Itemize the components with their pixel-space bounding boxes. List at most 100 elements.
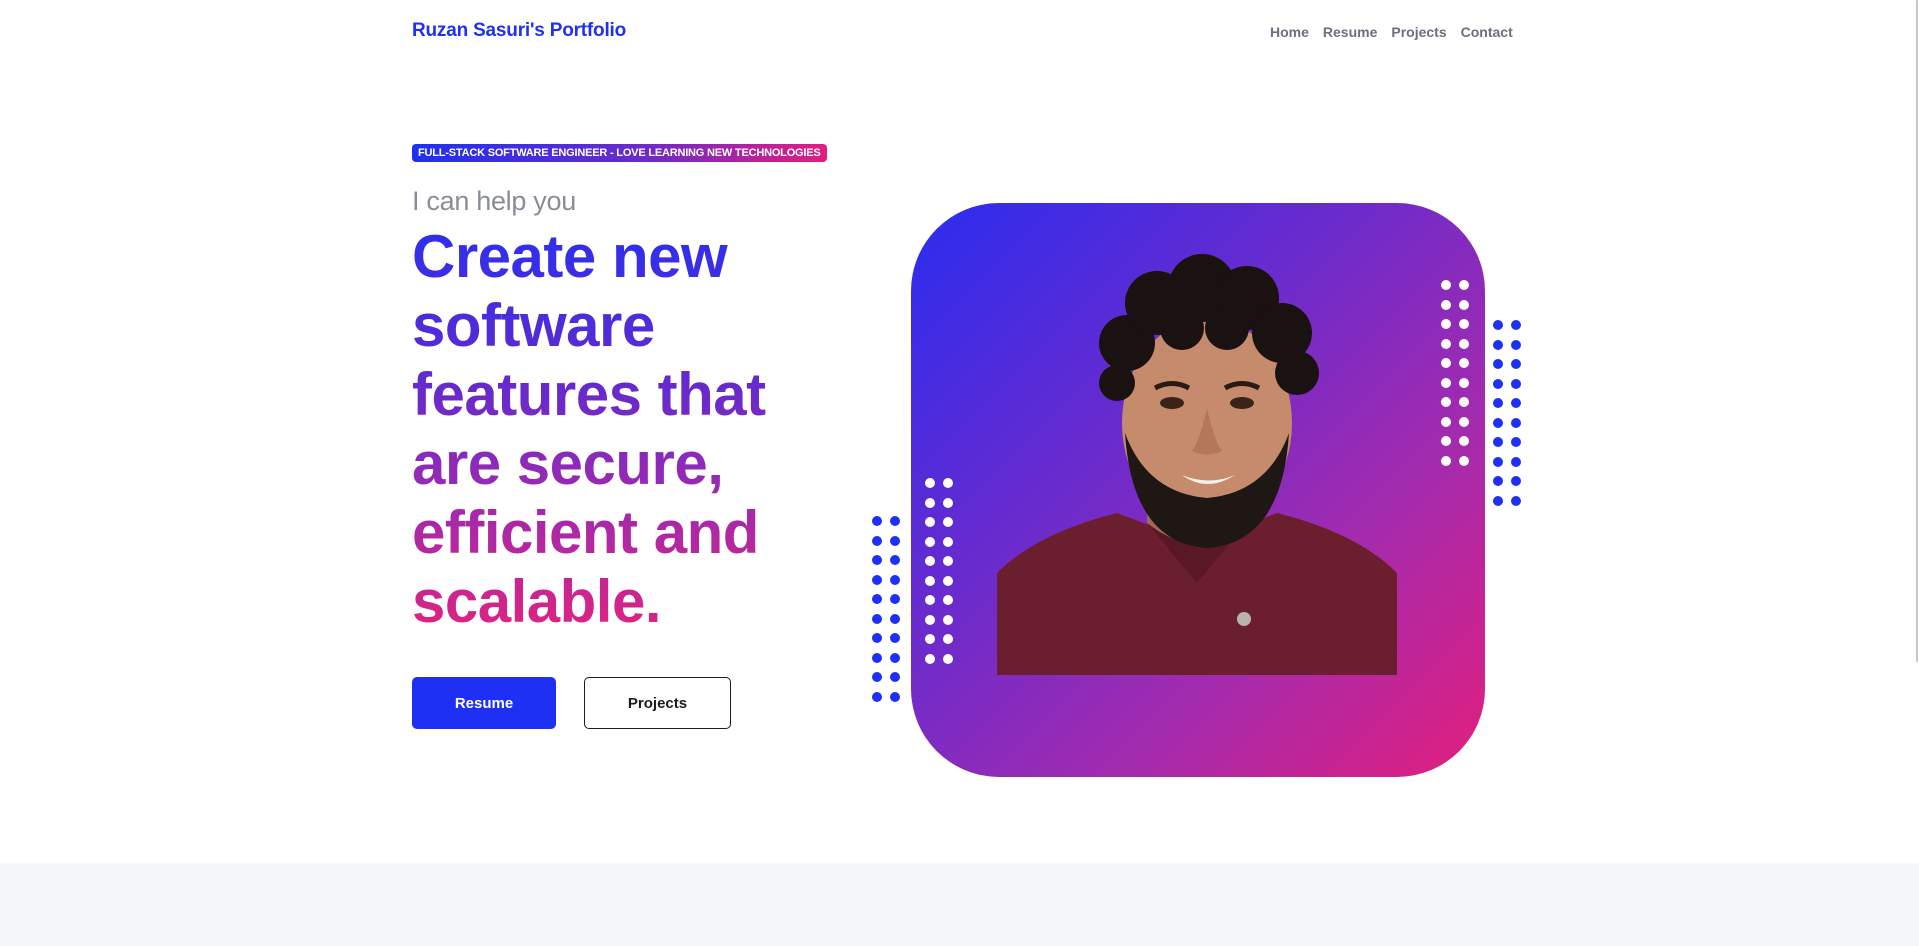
decorative-dot bbox=[1459, 338, 1469, 349]
decorative-dot bbox=[872, 691, 882, 702]
decorative-dot bbox=[1493, 437, 1503, 447]
decorative-dot bbox=[890, 516, 900, 526]
decorative-dot bbox=[1459, 280, 1469, 290]
decorative-dot bbox=[943, 517, 953, 527]
decorative-dot bbox=[1493, 320, 1503, 330]
decorative-dot bbox=[925, 517, 935, 527]
portrait-image bbox=[997, 254, 1397, 675]
decorative-dots-left bbox=[872, 516, 900, 702]
decorative-dot bbox=[925, 536, 935, 547]
decorative-dots-right bbox=[1493, 320, 1521, 506]
decorative-dot bbox=[943, 653, 953, 664]
decorative-dot bbox=[1511, 456, 1521, 467]
decorative-dot bbox=[1441, 436, 1451, 446]
headline-line: are secure, bbox=[412, 430, 724, 497]
decorative-dot bbox=[943, 536, 953, 547]
next-section-background bbox=[0, 863, 1919, 946]
nav-links: Home Resume Projects Contact bbox=[1270, 24, 1513, 40]
decorative-dot bbox=[1511, 476, 1521, 486]
decorative-dot bbox=[1459, 319, 1469, 329]
decorative-dot bbox=[1493, 495, 1503, 506]
decorative-dot bbox=[1441, 455, 1451, 466]
headline-line: Create new bbox=[412, 223, 728, 290]
decorative-dot bbox=[1459, 397, 1469, 407]
nav-link-projects[interactable]: Projects bbox=[1391, 24, 1446, 40]
decorative-dot bbox=[872, 633, 882, 643]
decorative-dot bbox=[1511, 417, 1521, 428]
decorative-dot bbox=[1493, 398, 1503, 408]
decorative-dot bbox=[1441, 377, 1451, 388]
decorative-dot bbox=[1441, 280, 1451, 290]
decorative-dot bbox=[943, 478, 953, 488]
decorative-dots-card-right bbox=[1441, 280, 1469, 466]
decorative-dot bbox=[925, 556, 935, 566]
decorative-dot bbox=[1459, 455, 1469, 466]
hero-intro: I can help you bbox=[412, 186, 576, 216]
decorative-dot bbox=[1459, 358, 1469, 368]
headline-line: efficient and bbox=[412, 499, 759, 566]
decorative-dot bbox=[1441, 416, 1451, 427]
decorative-dot bbox=[1441, 319, 1451, 329]
decorative-dot bbox=[1493, 378, 1503, 389]
decorative-dot bbox=[1511, 437, 1521, 447]
nav-link-contact[interactable]: Contact bbox=[1461, 24, 1513, 40]
decorative-dot bbox=[1493, 476, 1503, 486]
decorative-dot bbox=[1511, 359, 1521, 369]
decorative-dot bbox=[872, 535, 882, 546]
decorative-dot bbox=[1493, 359, 1503, 369]
decorative-dot bbox=[925, 497, 935, 508]
decorative-dot bbox=[872, 574, 882, 585]
decorative-dot bbox=[872, 555, 882, 565]
decorative-dot bbox=[1493, 456, 1503, 467]
top-nav: Ruzan Sasuri's Portfolio Home Resume Pro… bbox=[0, 0, 1919, 66]
headline-line: software bbox=[412, 292, 655, 359]
decorative-dot bbox=[943, 497, 953, 508]
decorative-dot bbox=[890, 652, 900, 663]
scrollbar-thumb[interactable] bbox=[1916, 0, 1918, 662]
decorative-dot bbox=[925, 634, 935, 644]
decorative-dot bbox=[872, 594, 882, 604]
page-scrollbar[interactable] bbox=[1915, 0, 1919, 946]
decorative-dot bbox=[890, 594, 900, 604]
decorative-dot bbox=[890, 555, 900, 565]
hero-headline: Create new software features that are se… bbox=[412, 222, 832, 636]
projects-button[interactable]: Projects bbox=[584, 677, 731, 729]
decorative-dot bbox=[1441, 358, 1451, 368]
nav-link-resume[interactable]: Resume bbox=[1323, 24, 1377, 40]
decorative-dot bbox=[1511, 378, 1521, 389]
decorative-dot bbox=[1493, 339, 1503, 350]
headline-line: features that bbox=[412, 361, 766, 428]
decorative-dot bbox=[890, 613, 900, 624]
decorative-dot bbox=[1459, 436, 1469, 446]
decorative-dot bbox=[872, 672, 882, 682]
decorative-dot bbox=[890, 574, 900, 585]
decorative-dot bbox=[943, 556, 953, 566]
decorative-dot bbox=[1441, 338, 1451, 349]
decorative-dot bbox=[925, 653, 935, 664]
portrait-card bbox=[911, 203, 1485, 777]
decorative-dot bbox=[943, 634, 953, 644]
decorative-dot bbox=[872, 613, 882, 624]
decorative-dot bbox=[890, 691, 900, 702]
decorative-dot bbox=[1459, 299, 1469, 310]
decorative-dot bbox=[1511, 398, 1521, 408]
decorative-dot bbox=[890, 633, 900, 643]
decorative-dot bbox=[1459, 377, 1469, 388]
decorative-dot bbox=[1493, 417, 1503, 428]
decorative-dot bbox=[1511, 495, 1521, 506]
decorative-dot bbox=[1441, 299, 1451, 310]
decorative-dots-card-left bbox=[925, 478, 953, 664]
role-badge: FULL-STACK SOFTWARE ENGINEER - LOVE LEAR… bbox=[412, 144, 827, 162]
nav-link-home[interactable]: Home bbox=[1270, 24, 1309, 40]
decorative-dot bbox=[1511, 320, 1521, 330]
decorative-dot bbox=[943, 595, 953, 605]
decorative-dot bbox=[890, 672, 900, 682]
decorative-dot bbox=[943, 614, 953, 625]
decorative-dot bbox=[925, 614, 935, 625]
decorative-dot bbox=[1511, 339, 1521, 350]
headline-line: scalable. bbox=[412, 568, 662, 635]
decorative-dot bbox=[925, 478, 935, 488]
brand-link[interactable]: Ruzan Sasuri's Portfolio bbox=[412, 20, 626, 42]
resume-button[interactable]: Resume bbox=[412, 677, 556, 729]
decorative-dot bbox=[925, 575, 935, 586]
